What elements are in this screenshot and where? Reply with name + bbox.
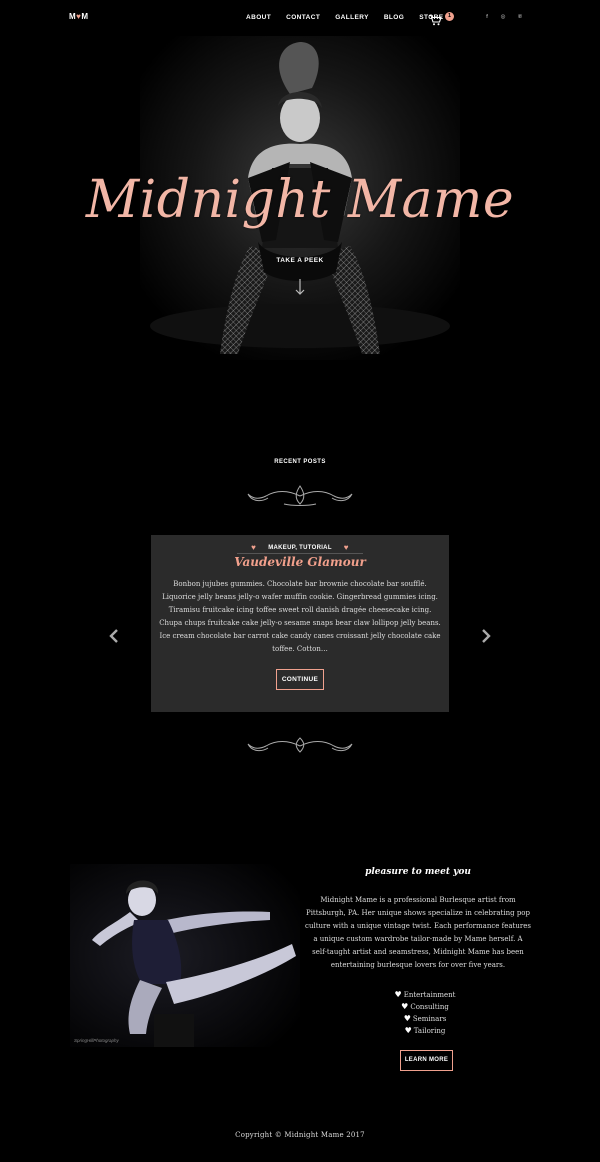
heart-icon: ♥ (404, 1026, 412, 1035)
service-item: ♥ Seminars (403, 1014, 447, 1023)
about-text: Midnight Mame is a professional Burlesqu… (305, 896, 531, 969)
top-nav: M♥M ABOUT CONTACT GALLERY BLOG STORE 1 f… (0, 0, 600, 36)
services-list: ♥ Entertainment ♥ Consulting ♥ Seminars ♥ Ta… (360, 989, 490, 1037)
carousel-next-icon[interactable] (480, 628, 492, 644)
site-logo[interactable]: M♥M (69, 12, 89, 21)
heart-icon: ♥ (394, 990, 402, 999)
post-card: ♥ MAKEUP, TUTORIAL ♥ Vaudeville Glamour Bo… (151, 535, 449, 712)
post-title[interactable]: Vaudeville Glamour (151, 555, 449, 569)
heart-icon: ♥ (403, 1014, 411, 1023)
service-item: ♥ Consulting (401, 1002, 449, 1011)
main-menu: ABOUT CONTACT GALLERY BLOG STORE (246, 14, 459, 21)
service-item: ♥ Entertainment (394, 990, 456, 999)
cart-button[interactable]: 1 (428, 11, 458, 26)
about-heading: pleasure to meet you (365, 867, 471, 877)
post-tags: ♥ MAKEUP, TUTORIAL ♥ (151, 543, 449, 552)
continue-button[interactable]: CONTINUE (276, 669, 324, 690)
recent-posts-heading: RECENT POSTS (274, 459, 326, 465)
flourish-divider-top (247, 485, 353, 506)
about-photo: SpringHillPhotography (70, 864, 300, 1047)
footer-copyright: Copyright © Midnight Mame 2017 (235, 1131, 365, 1139)
hero-title: Midnight Mame (85, 170, 515, 230)
take-a-peek-link[interactable]: TAKE A PEEK (0, 257, 600, 264)
heart-icon: ♥ (401, 1002, 409, 1011)
heart-icon: ♥ (251, 543, 257, 552)
nav-item-about[interactable]: ABOUT (246, 14, 271, 21)
pinterest-icon[interactable]: ℗ (516, 13, 524, 21)
cart-icon (429, 14, 442, 26)
facebook-icon[interactable]: f (483, 13, 491, 21)
post-excerpt: Bonbon jujubes gummies. Chocolate bar br… (159, 580, 441, 653)
instagram-icon[interactable]: ◎ (499, 13, 507, 21)
photo-credit: SpringHillPhotography (74, 1038, 120, 1043)
arrow-down-icon[interactable] (294, 278, 306, 296)
flourish-divider-bottom (247, 737, 353, 753)
post-categories[interactable]: MAKEUP, TUTORIAL (268, 545, 332, 551)
nav-item-blog[interactable]: BLOG (384, 14, 404, 21)
logo-letter-right: M (81, 12, 89, 21)
service-item: ♥ Tailoring (404, 1026, 446, 1035)
learn-more-button[interactable]: LEARN MORE (400, 1050, 453, 1071)
post-divider (237, 553, 363, 554)
nav-item-gallery[interactable]: GALLERY (335, 14, 369, 21)
cart-count-badge: 1 (445, 12, 454, 21)
heart-icon: ♥ (343, 543, 349, 552)
carousel-prev-icon[interactable] (108, 628, 120, 644)
nav-item-contact[interactable]: CONTACT (286, 14, 320, 21)
